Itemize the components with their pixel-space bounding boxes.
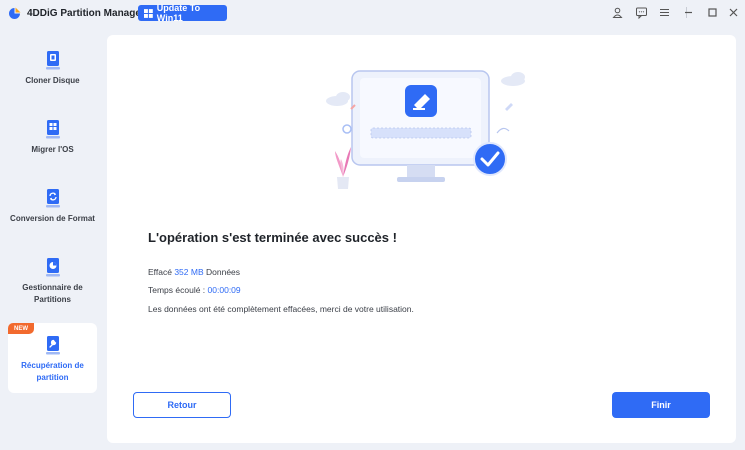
result-title: L'opération s'est terminée avec succès ! — [148, 230, 397, 245]
menu-icon[interactable] — [658, 6, 671, 19]
sidebar-item-label: Migrer l'OS — [31, 145, 74, 154]
format-conversion-icon — [45, 189, 60, 208]
update-win11-label: Update To Win11 — [156, 3, 201, 23]
maximize-icon[interactable] — [706, 6, 719, 19]
elapsed-info: Temps écoulé : 00:00:09 — [148, 285, 241, 295]
main-panel: L'opération s'est terminée avec succès !… — [107, 35, 736, 443]
migrate-os-icon — [45, 120, 60, 139]
finish-button[interactable]: Finir — [612, 392, 710, 418]
erased-prefix: Effacé — [148, 267, 172, 277]
close-icon[interactable] — [727, 6, 740, 19]
sidebar-item-label: Récupération de partition — [21, 361, 84, 382]
feedback-icon[interactable] — [635, 6, 648, 19]
elapsed-value: 00:00:09 — [207, 285, 241, 295]
new-badge: NEW — [8, 323, 34, 334]
partition-manager-icon — [45, 258, 60, 277]
sidebar: Cloner Disque Migrer l'OS Conversion de … — [0, 28, 103, 450]
sidebar-item-label: Conversion de Format — [10, 214, 95, 223]
back-button[interactable]: Retour — [133, 392, 231, 418]
success-illustration — [326, 70, 525, 189]
sidebar-item-migrate-os[interactable]: Migrer l'OS — [8, 107, 97, 163]
title-bar: 4DDiG Partition Manager Update To Win11 — [0, 0, 745, 28]
sidebar-item-partition-recovery[interactable]: NEW Récupération de partition — [8, 323, 97, 393]
erased-suffix: Données — [206, 267, 241, 277]
erased-value: 352 MB — [174, 267, 204, 277]
completion-message: Les données ont été complètement effacée… — [148, 304, 414, 314]
windows-icon — [144, 8, 153, 18]
sidebar-item-partition-manager[interactable]: Gestionnaire de Partitions — [8, 245, 97, 313]
app-logo-icon — [9, 7, 21, 19]
sidebar-item-clone-disk[interactable]: Cloner Disque — [8, 38, 97, 94]
clone-disk-icon — [45, 51, 60, 70]
erased-info: Effacé 352 MB Données — [148, 267, 240, 277]
sidebar-item-label: Cloner Disque — [25, 76, 80, 85]
partition-recovery-icon — [45, 336, 60, 355]
update-win11-button[interactable]: Update To Win11 — [138, 3, 227, 23]
minimize-icon[interactable] — [682, 6, 695, 19]
app-title: 4DDiG Partition Manager — [27, 8, 145, 19]
elapsed-prefix: Temps écoulé : — [148, 285, 206, 295]
sidebar-item-format-conversion[interactable]: Conversion de Format — [8, 176, 97, 232]
sidebar-item-label: Gestionnaire de Partitions — [22, 283, 83, 304]
user-icon[interactable] — [611, 6, 624, 19]
